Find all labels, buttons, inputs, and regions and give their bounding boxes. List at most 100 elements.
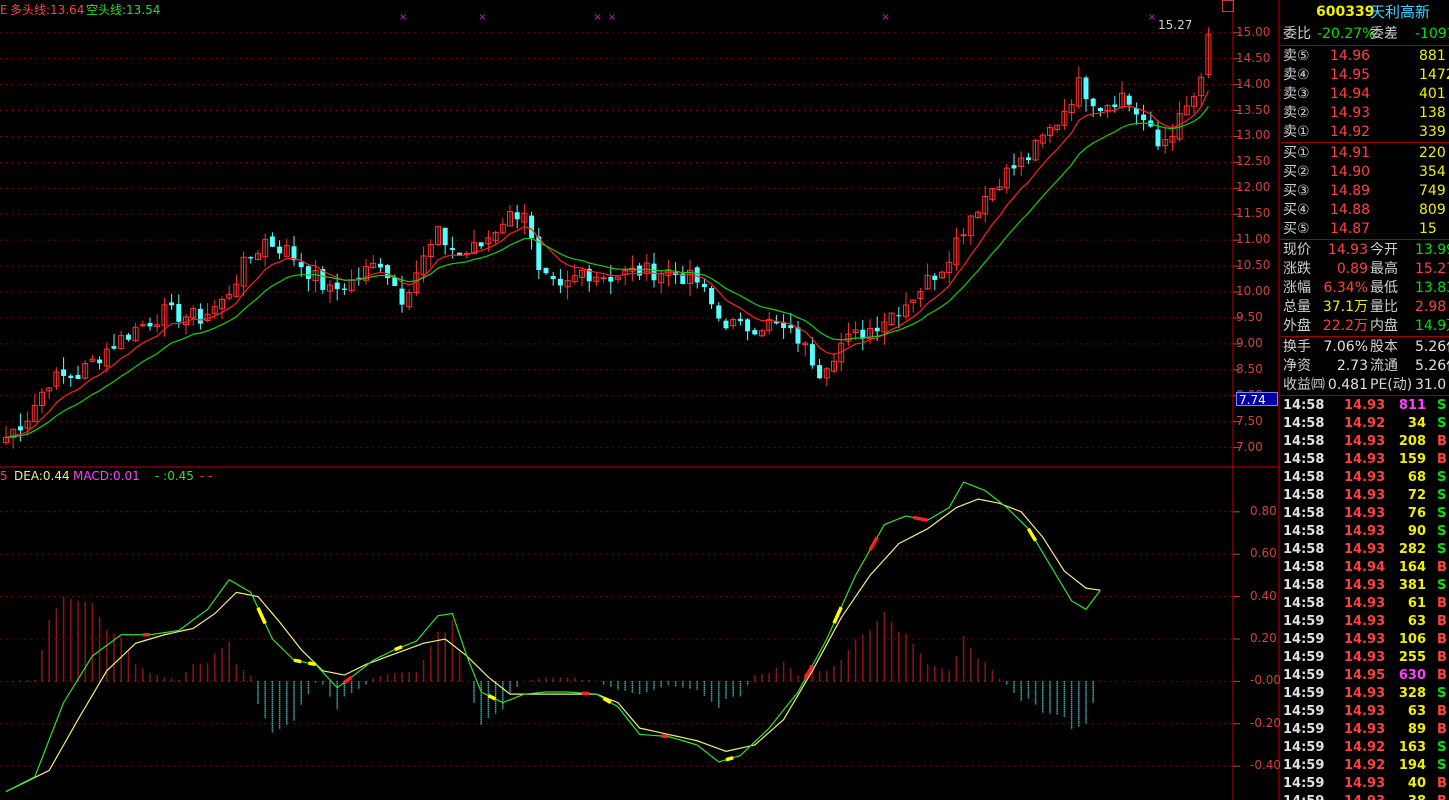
tick-price: 14.93 [1344,452,1386,467]
tick-row[interactable]: 14:59 14.93 328 S [1281,685,1449,703]
tick-row[interactable]: 14:58 14.93 72 S [1281,487,1449,505]
candle-body [1112,104,1118,107]
tick-row[interactable]: 14:59 14.93 63 B [1281,703,1449,721]
tick-row[interactable]: 14:59 14.93 89 B [1281,721,1449,739]
tick-volume: 106 [1398,632,1426,647]
tick-side: S [1437,488,1447,503]
divider-ticks [1281,395,1449,396]
high-note: 15.27 [1158,18,1193,32]
stats-row: 涨幅 6.34%最低 13.83 [1281,279,1449,298]
bid-label: 买① [1283,145,1310,161]
candle-body [97,359,103,364]
ask-level[interactable]: 卖① 14.92 339 [1281,123,1449,142]
bid-label: 买⑤ [1283,221,1310,237]
tick-side: S [1437,470,1447,485]
candle-body [197,308,203,324]
candle-body [514,212,520,220]
candle-body [305,266,311,279]
ask-price: 14.92 [1330,124,1371,140]
bid-level[interactable]: 买① 14.91 220 [1281,144,1449,163]
tick-volume: 68 [1407,470,1426,485]
tick-row[interactable]: 14:59 14.93 106 B [1281,631,1449,649]
tick-row[interactable]: 14:59 14.95 630 B [1281,667,1449,685]
stat-value: 6.34% [1323,280,1368,296]
tick-time: 14:58 [1283,416,1325,431]
candle-body [399,288,405,305]
ask-label: 卖① [1283,124,1310,140]
tick-price: 14.92 [1344,740,1386,755]
ask-level[interactable]: 卖⑤ 14.96 881 [1281,47,1449,66]
tick-row[interactable]: 14:58 14.93 381 S [1281,577,1449,595]
tick-price: 14.93 [1344,542,1386,557]
candle-body [723,320,729,329]
stat-label: 净资 [1283,358,1311,374]
tick-row[interactable]: 14:59 14.93 38 B [1281,793,1449,800]
stock-code: 600339 [1316,4,1375,20]
stat-label: 总量 [1283,299,1311,315]
stats-row: 现价 14.93今开 13.99 [1281,241,1449,260]
tick-row[interactable]: 14:58 14.92 34 S [1281,415,1449,433]
stat-label: 外盘 [1283,318,1311,334]
ask-level[interactable]: 卖③ 14.94 401 [1281,85,1449,104]
kline-chart[interactable]: × × × × × × [0,0,1281,800]
tick-row[interactable]: 14:59 14.92 163 S [1281,739,1449,757]
candle-body [377,263,383,268]
bid-level[interactable]: 买② 14.90 354 [1281,163,1449,182]
tick-price: 14.93 [1344,578,1386,593]
weicha-label: 委差 [1370,26,1398,42]
current-price-marker: 7.74 [1236,392,1278,407]
tick-row[interactable]: 14:59 14.93 63 B [1281,613,1449,631]
tick-time: 14:59 [1283,650,1325,665]
tick-volume: 164 [1398,560,1426,575]
candle-body [1097,108,1103,112]
price-tick-label: 7.50 [1236,413,1263,428]
square-icon[interactable] [1222,0,1234,12]
dif-line [5,481,1101,793]
bid-level[interactable]: 买④ 14.88 809 [1281,201,1449,220]
tick-side: B [1437,704,1447,719]
tick-row[interactable]: 14:58 14.94 164 B [1281,559,1449,577]
tick-time: 14:59 [1283,614,1325,629]
tick-row[interactable]: 14:58 14.93 68 S [1281,469,1449,487]
tick-row[interactable]: 14:59 14.92 194 S [1281,757,1449,775]
tick-row[interactable]: 14:58 14.93 208 B [1281,433,1449,451]
tick-row[interactable]: 14:58 14.93 159 B [1281,451,1449,469]
stat-label: 内盘 [1370,318,1398,334]
tick-row[interactable]: 14:59 14.93 255 B [1281,649,1449,667]
tick-side: B [1437,614,1447,629]
price-tick-label: 10.00 [1236,284,1271,299]
stat-value: 14.9万 [1415,318,1449,334]
tick-time: 14:58 [1283,398,1325,413]
candle-body [1011,165,1017,169]
bear-line-label: 空头线:13.54 [86,3,161,17]
ask-volume: 1472 [1419,67,1449,83]
bid-level[interactable]: 买③ 14.89 749 [1281,182,1449,201]
ask-level[interactable]: 卖④ 14.95 1472 [1281,66,1449,85]
tick-row[interactable]: 14:58 14.93 76 S [1281,505,1449,523]
stat-value: 14.93 [1327,242,1368,258]
tick-side: B [1437,560,1447,575]
tick-row[interactable]: 14:59 14.93 40 B [1281,775,1449,793]
tick-price: 14.93 [1344,506,1386,521]
tick-side: S [1437,686,1447,701]
tick-volume: 159 [1398,452,1426,467]
stats-row: 总量 37.1万 量比 2.98 [1281,298,1449,317]
stat-value: 5.26亿 [1415,358,1449,374]
tick-price: 14.93 [1344,596,1386,611]
stat-value: 7.06% [1323,339,1368,355]
dif-signal-segment [343,675,353,684]
tick-price: 14.93 [1344,776,1386,791]
price-tick-label: 14.50 [1236,50,1271,65]
dif-signal-segment [920,517,928,522]
tick-row[interactable]: 14:58 14.93 282 S [1281,541,1449,559]
tick-time: 14:59 [1283,740,1325,755]
tick-side: S [1437,398,1447,413]
tick-time: 14:58 [1283,452,1325,467]
bid-label: 买② [1283,164,1310,180]
tick-side: B [1437,452,1447,467]
tick-row[interactable]: 14:58 14.93 811 S [1281,397,1449,415]
tick-row[interactable]: 14:58 14.93 90 S [1281,523,1449,541]
ask-level[interactable]: 卖② 14.93 138 [1281,104,1449,123]
tick-row[interactable]: 14:58 14.93 61 B [1281,595,1449,613]
bid-level[interactable]: 买⑤ 14.87 15 [1281,220,1449,239]
